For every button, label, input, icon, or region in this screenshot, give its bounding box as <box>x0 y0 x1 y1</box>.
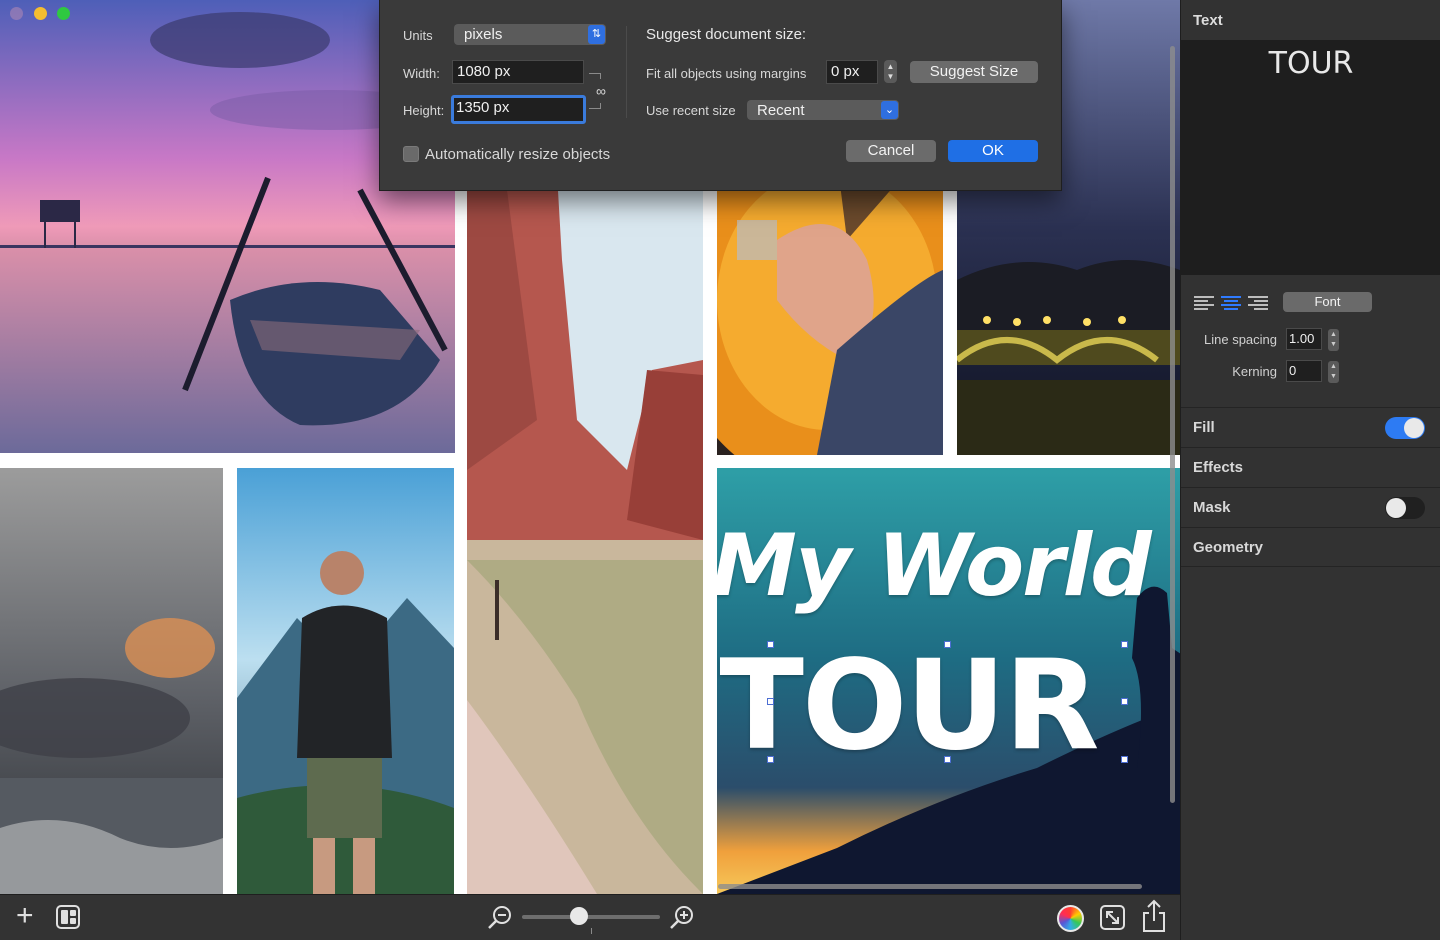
units-popup[interactable]: pixels ⇅ <box>454 24 606 45</box>
geometry-section[interactable]: Geometry <box>1181 527 1440 567</box>
auto-resize-label[interactable]: Automatically resize objects <box>425 146 610 163</box>
line-spacing-stepper[interactable]: ▲ ▼ <box>1328 329 1339 351</box>
suggest-size-button[interactable]: Suggest Size <box>910 61 1038 83</box>
ok-button[interactable]: OK <box>948 140 1038 162</box>
cancel-button[interactable]: Cancel <box>846 140 936 162</box>
selection-handle-bottom-left[interactable] <box>767 756 774 763</box>
line-spacing-field[interactable]: 1.00 <box>1286 328 1322 350</box>
mask-section[interactable]: Mask <box>1181 487 1440 527</box>
height-field[interactable]: 1350 px <box>451 95 586 124</box>
photo-stormy-sea[interactable] <box>0 468 223 894</box>
window-close-button[interactable] <box>10 7 23 20</box>
title-text-my-world[interactable]: My World <box>717 516 1162 616</box>
fill-label: Fill <box>1193 419 1215 436</box>
margin-stepper[interactable]: ▲ ▼ <box>884 60 897 83</box>
dialog-divider <box>626 26 627 118</box>
add-icon[interactable]: + <box>16 901 34 931</box>
layout-icon[interactable] <box>56 905 80 929</box>
align-right-icon[interactable] <box>1248 296 1268 310</box>
geometry-label: Geometry <box>1193 539 1264 556</box>
text-preview-word: TOUR <box>1268 46 1354 81</box>
width-field[interactable]: 1080 px <box>452 60 584 84</box>
selection-handle-top-left[interactable] <box>767 641 774 648</box>
effects-label: Effects <box>1193 459 1244 476</box>
zoom-in-icon[interactable] <box>669 904 695 935</box>
vertical-scrollbar[interactable] <box>1170 46 1175 803</box>
horizontal-scrollbar[interactable] <box>718 884 1142 889</box>
selection-handle-bottom[interactable] <box>944 756 951 763</box>
selection-handle-right[interactable] <box>1121 698 1128 705</box>
fit-margins-label: Fit all objects using margins <box>646 66 807 81</box>
units-label: Units <box>403 28 433 43</box>
line-spacing-label: Line spacing <box>1204 332 1277 347</box>
recent-size-popup-value: Recent <box>757 102 805 119</box>
suggest-heading: Suggest document size: <box>646 26 807 43</box>
align-center-icon[interactable] <box>1221 296 1241 310</box>
height-label: Height: <box>403 103 445 118</box>
zoom-slider-track[interactable] <box>522 915 660 919</box>
kerning-stepper[interactable]: ▲ ▼ <box>1328 361 1339 383</box>
zoom-slider-thumb[interactable] <box>569 907 588 925</box>
up-down-chevron-icon: ⇅ <box>588 25 605 44</box>
kerning-field[interactable]: 0 <box>1286 360 1322 382</box>
mask-label: Mask <box>1193 499 1231 516</box>
inspector-panel: Text TOUR Font Line spacing 1.00 ▲ ▼ Kern… <box>1180 0 1440 940</box>
zoom-out-icon[interactable] <box>487 904 513 935</box>
kerning-label: Kerning <box>1232 364 1277 379</box>
margin-field[interactable]: 0 px <box>826 60 878 84</box>
fill-section[interactable]: Fill <box>1181 407 1440 447</box>
mask-toggle[interactable] <box>1385 497 1425 519</box>
window-minimize-button[interactable] <box>34 7 47 20</box>
width-label: Width: <box>403 66 440 81</box>
color-picker-icon[interactable] <box>1057 905 1084 932</box>
selection-handle-top-right[interactable] <box>1121 641 1128 648</box>
recent-size-popup[interactable]: Recent ⌄ <box>747 100 899 120</box>
document-size-dialog: Units pixels ⇅ Width: 1080 px Height: 13… <box>379 0 1062 191</box>
auto-resize-checkbox[interactable] <box>403 146 419 162</box>
title-text-tour[interactable]: TOUR <box>717 634 1140 778</box>
units-popup-value: pixels <box>464 26 503 43</box>
inspector-header: Text <box>1193 12 1223 29</box>
chevron-down-icon: ⌄ <box>881 101 898 119</box>
selection-handle-left[interactable] <box>767 698 774 705</box>
share-icon[interactable] <box>1141 899 1167 938</box>
bottom-toolbar: + <box>0 894 1180 940</box>
selection-handle-bottom-right[interactable] <box>1121 756 1128 763</box>
recent-size-label: Use recent size <box>646 103 736 118</box>
align-left-icon[interactable] <box>1194 296 1214 310</box>
photo-hiker-mountains[interactable] <box>237 468 454 894</box>
window-zoom-button[interactable] <box>57 7 70 20</box>
zoom-slider-tick <box>591 928 592 934</box>
fill-toggle[interactable] <box>1385 417 1425 439</box>
text-preview[interactable]: TOUR <box>1181 40 1440 275</box>
effects-section[interactable]: Effects <box>1181 447 1440 487</box>
chain-link-icon[interactable]: ∞ <box>594 79 608 103</box>
font-button[interactable]: Font <box>1283 292 1372 312</box>
selection-handle-top[interactable] <box>944 641 951 648</box>
fit-icon[interactable] <box>1100 905 1125 930</box>
photo-my-world-tour[interactable]: My World TOUR <box>717 468 1180 894</box>
